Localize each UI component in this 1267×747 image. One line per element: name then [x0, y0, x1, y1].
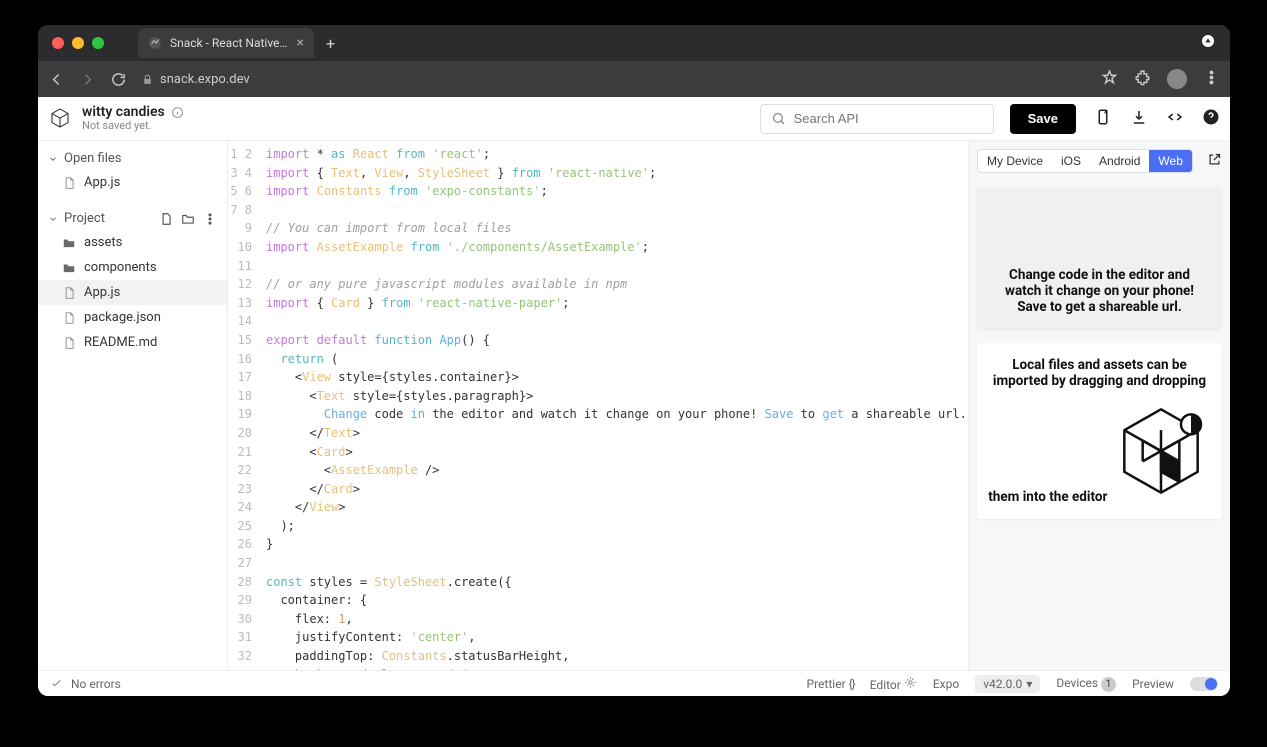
new-folder-icon[interactable] [181, 212, 195, 226]
more-icon[interactable] [203, 212, 217, 226]
project-header[interactable]: Project [38, 207, 227, 230]
errors-status[interactable]: No errors [71, 677, 121, 691]
sdk-version-select[interactable]: v42.0.0 ▾ [975, 675, 1040, 693]
code-editor[interactable]: 1 2 3 4 5 6 7 8 9 10 11 12 13 14 15 16 1… [228, 141, 968, 670]
preview-text-card: Change code in the editor and watch it c… [977, 187, 1222, 329]
browser-menu-icon[interactable] [1200, 33, 1216, 53]
project-item-components[interactable]: components [38, 255, 227, 280]
chevron-down-icon [48, 154, 58, 164]
open-file-item[interactable]: App.js [38, 170, 227, 195]
status-bar: No errors Prettier { } Editor Expo v42.0… [38, 670, 1230, 696]
open-external-icon[interactable] [1207, 152, 1222, 171]
forward-button[interactable] [79, 71, 96, 88]
back-button[interactable] [48, 71, 65, 88]
code-content[interactable]: import * as React from 'react'; import {… [260, 141, 968, 670]
reload-button[interactable] [110, 71, 127, 88]
gear-icon [904, 676, 917, 689]
tab-title: Snack - React Native in the browser [170, 36, 289, 50]
device-icon[interactable] [1094, 108, 1112, 130]
file-icon [62, 336, 76, 350]
extensions-icon[interactable] [1134, 69, 1151, 90]
new-file-icon[interactable] [159, 212, 173, 226]
help-icon[interactable] [1202, 108, 1220, 130]
search-input[interactable] [794, 111, 983, 126]
info-icon[interactable] [171, 106, 184, 119]
project-item-App-js[interactable]: App.js [38, 280, 227, 305]
window-close-button[interactable] [52, 37, 64, 49]
browser-titlebar: Snack - React Native in the browser × + [38, 25, 1230, 61]
file-icon [62, 286, 76, 300]
file-icon [62, 311, 76, 325]
preview-panel: My DeviceiOSAndroidWeb Change code in th… [968, 141, 1230, 670]
save-button[interactable]: Save [1010, 104, 1076, 134]
editor-settings-button[interactable]: Editor [870, 676, 917, 692]
project-status: Not saved yet. [82, 120, 184, 132]
file-icon [62, 176, 76, 190]
favicon [148, 36, 162, 50]
preview-toggle[interactable] [1190, 677, 1218, 691]
preview-device-tabs: My DeviceiOSAndroidWeb [977, 149, 1193, 173]
star-icon[interactable] [1101, 69, 1118, 90]
devices-button[interactable]: Devices 1 [1056, 676, 1116, 692]
tab-close-icon[interactable]: × [297, 35, 304, 51]
window-maximize-button[interactable] [92, 37, 104, 49]
snack-logo-icon [48, 106, 72, 130]
url-text: snack.expo.dev [160, 72, 250, 87]
search-icon [771, 111, 786, 126]
embed-icon[interactable] [1166, 108, 1184, 130]
project-item-assets[interactable]: assets [38, 230, 227, 255]
window-controls [52, 37, 104, 49]
open-files-header[interactable]: Open files [38, 147, 227, 170]
browser-toolbar: snack.expo.dev [38, 61, 1230, 97]
file-sidebar: Open files App.js Project [38, 141, 228, 670]
folder-icon [62, 261, 76, 275]
preview-tab-my-device[interactable]: My Device [978, 150, 1052, 172]
app-header: witty candies Not saved yet. Save [38, 97, 1230, 141]
project-name[interactable]: witty candies [82, 105, 165, 120]
check-icon [50, 677, 63, 690]
address-bar[interactable]: snack.expo.dev [141, 72, 250, 87]
lock-icon [141, 73, 154, 86]
line-gutter: 1 2 3 4 5 6 7 8 9 10 11 12 13 14 15 16 1… [228, 141, 260, 670]
browser-tab[interactable]: Snack - React Native in the browser × [138, 28, 314, 58]
preview-tab-web[interactable]: Web [1149, 150, 1191, 172]
project-item-README-md[interactable]: README.md [38, 330, 227, 355]
chevron-down-icon [48, 214, 58, 224]
prettier-button[interactable]: Prettier { } [807, 677, 854, 691]
download-icon[interactable] [1130, 108, 1148, 130]
kebab-menu-icon[interactable] [1203, 69, 1220, 90]
expo-label[interactable]: Expo [933, 677, 959, 691]
new-tab-button[interactable]: + [326, 34, 335, 53]
profile-avatar[interactable] [1167, 69, 1187, 89]
cube-illustration-icon [1111, 401, 1211, 501]
search-box[interactable] [760, 104, 994, 134]
folder-icon [62, 236, 76, 250]
preview-tab-android[interactable]: Android [1090, 150, 1149, 172]
window-minimize-button[interactable] [72, 37, 84, 49]
project-item-package-json[interactable]: package.json [38, 305, 227, 330]
preview-tab-ios[interactable]: iOS [1052, 150, 1090, 172]
preview-asset-card: Local files and assets can be imported b… [977, 343, 1222, 519]
preview-toggle-label: Preview [1132, 677, 1174, 691]
